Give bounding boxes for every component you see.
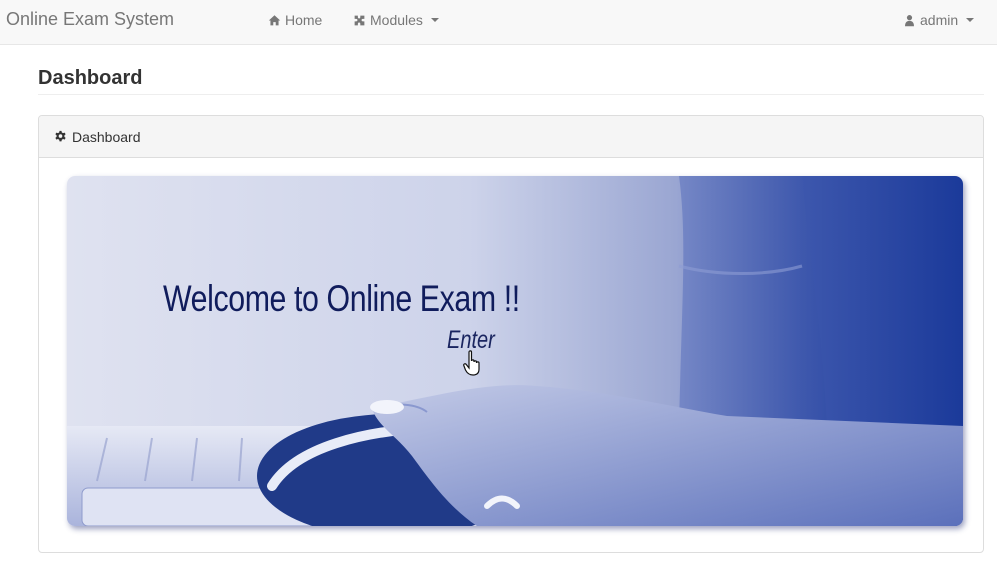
- dashboard-panel: Dashboard Welcome to Online Exam !! Ente…: [38, 115, 984, 553]
- hand-pointer-icon: [463, 350, 480, 376]
- page-title: Dashboard: [38, 67, 143, 89]
- user-icon: [905, 14, 914, 26]
- panel-heading-label: Dashboard: [72, 128, 141, 145]
- title-divider: [38, 94, 984, 95]
- banner-illustration: [67, 176, 963, 526]
- nav-modules-dropdown[interactable]: Modules: [353, 12, 439, 28]
- chevron-down-icon: [966, 18, 975, 22]
- welcome-heading: Welcome to Online Exam !!: [163, 278, 520, 319]
- nav-home-link[interactable]: Home: [268, 12, 322, 28]
- panel-heading: Dashboard: [39, 116, 983, 158]
- nav-user-label: admin: [920, 12, 959, 28]
- app-brand[interactable]: Online Exam System: [6, 9, 174, 30]
- welcome-banner[interactable]: Welcome to Online Exam !! Enter: [67, 176, 963, 526]
- nav-home-label: Home: [285, 12, 323, 28]
- nav-user-dropdown[interactable]: admin: [903, 12, 975, 28]
- chevron-down-icon: [430, 18, 439, 22]
- top-navbar: Online Exam System Home Modules admin: [0, 0, 997, 45]
- puzzle-icon: [354, 15, 365, 25]
- gear-icon: [55, 130, 66, 142]
- nav-modules-label: Modules: [370, 12, 423, 28]
- home-icon: [268, 14, 281, 25]
